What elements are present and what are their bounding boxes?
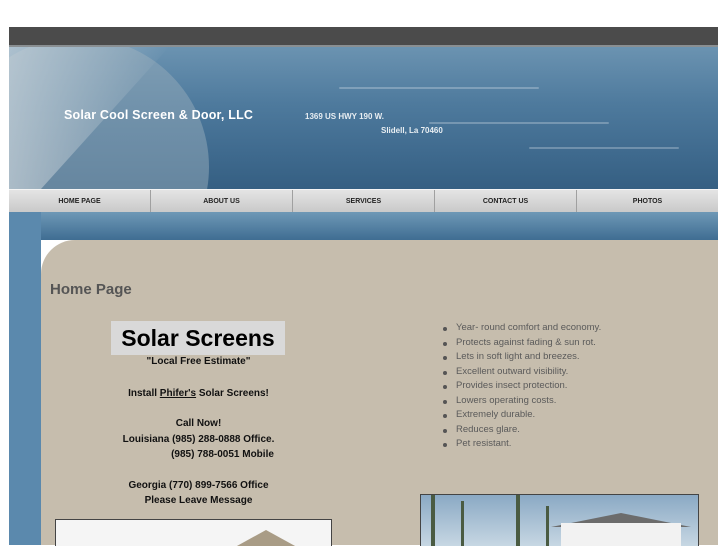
header-streak: [429, 122, 609, 124]
house-photo-right: [420, 494, 699, 546]
feature-item: Protects against fading & sun rot.: [440, 336, 601, 351]
feature-item: Reduces glare.: [440, 423, 601, 438]
feature-item: Excellent outward visibility.: [440, 365, 601, 380]
page-title: Home Page: [50, 281, 132, 298]
nav-services[interactable]: SERVICES: [293, 190, 435, 213]
install-prefix: Install: [128, 388, 160, 399]
nav-photos[interactable]: PHOTOS: [577, 190, 718, 213]
feature-item: Provides insect protection.: [440, 379, 601, 394]
header-streak: [529, 147, 679, 149]
feature-item: Year- round comfort and economy.: [440, 321, 601, 336]
content-top-strip: [9, 212, 718, 240]
company-name: Solar Cool Screen & Door, LLC: [64, 108, 254, 122]
nav-home-page[interactable]: HOME PAGE: [9, 190, 151, 213]
tree-shape: [431, 495, 435, 546]
left-sidebar-strip: [9, 212, 41, 545]
feature-item: Extremely durable.: [440, 408, 601, 423]
georgia-phone: Georgia (770) 899-7566 Office: [128, 480, 269, 491]
free-estimate-text: "Local Free Estimate": [146, 356, 251, 367]
louisiana-phone: Louisiana (985) 288-0888 Office.: [122, 434, 275, 445]
address-line-2: Slidell, La 70460: [381, 126, 443, 135]
main-nav: HOME PAGE ABOUT US SERVICES CONTACT US P…: [9, 189, 718, 214]
solar-screens-title: Solar Screens: [111, 321, 285, 355]
tree-shape: [546, 506, 549, 546]
roof-shape: [226, 530, 306, 546]
nav-about-us[interactable]: ABOUT US: [151, 190, 293, 213]
features-list: Year- round comfort and economy. Protect…: [440, 321, 601, 452]
feature-item: Pet resistant.: [440, 437, 601, 452]
nav-contact-us[interactable]: CONTACT US: [435, 190, 577, 213]
mobile-phone: (985) 788-0051 Mobile: [171, 449, 274, 460]
address-line-1: 1369 US HWY 190 W.: [305, 112, 384, 121]
phifer-link[interactable]: Phifer's: [160, 388, 196, 399]
feature-item: Lowers operating costs.: [440, 394, 601, 409]
feature-item: Lets in soft light and breezes.: [440, 350, 601, 365]
tree-shape: [516, 495, 520, 546]
tree-shape: [461, 501, 464, 546]
install-suffix: Solar Screens!: [196, 388, 269, 399]
top-bar: [9, 27, 718, 47]
header-streak: [339, 87, 539, 89]
house-shape: [561, 523, 681, 546]
house-photo-left: [55, 519, 332, 546]
call-now-text: Call Now!: [175, 418, 222, 429]
site-header: Solar Cool Screen & Door, LLC 1369 US HW…: [9, 47, 718, 189]
install-line: Install Phifer's Solar Screens!: [50, 388, 347, 399]
leave-message-text: Please Leave Message: [144, 495, 253, 506]
